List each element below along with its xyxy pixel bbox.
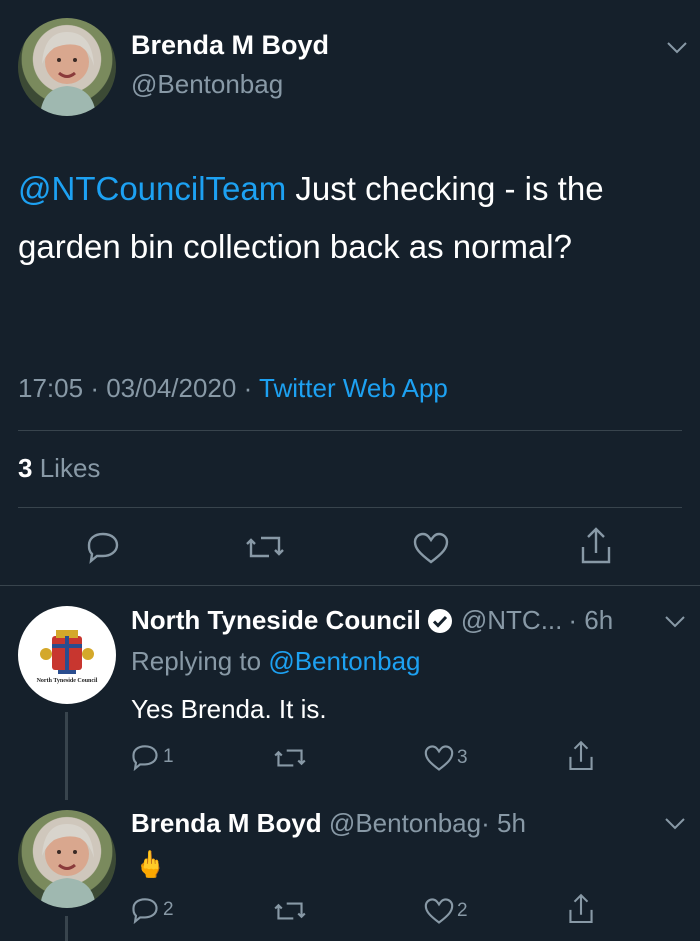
reply-text: Yes Brenda. It is. bbox=[131, 694, 327, 724]
like-button[interactable] bbox=[413, 531, 449, 565]
tweet-meta: 17:05 · 03/04/2020 · Twitter Web App bbox=[18, 373, 448, 403]
reply-button[interactable]: 2 bbox=[131, 896, 174, 924]
replying-to: Replying to @Bentonbag bbox=[131, 646, 421, 677]
thread-line bbox=[65, 916, 68, 941]
retweet-icon bbox=[274, 749, 306, 767]
share-button[interactable] bbox=[568, 740, 594, 772]
author-handle[interactable]: @NTC... bbox=[461, 605, 563, 636]
author-handle[interactable]: @Bentonbag bbox=[131, 69, 283, 100]
avatar-main[interactable] bbox=[18, 18, 116, 116]
like-button[interactable]: 3 bbox=[424, 744, 468, 772]
reply-icon bbox=[132, 745, 158, 771]
like-button[interactable]: 2 bbox=[424, 897, 468, 925]
retweet-button[interactable] bbox=[245, 530, 285, 564]
share-button[interactable] bbox=[580, 527, 612, 565]
time-ago[interactable]: · 5h bbox=[481, 808, 526, 838]
share-icon bbox=[569, 740, 593, 771]
time-ago[interactable]: · 6h bbox=[568, 605, 613, 636]
share-icon bbox=[569, 893, 593, 924]
council-logo-text: North Tyneside Council bbox=[36, 678, 98, 684]
replying-handle[interactable]: @Bentonbag bbox=[268, 646, 420, 676]
tweet-text: @NTCouncilTeam Just checking - is the ga… bbox=[18, 160, 668, 276]
avatar-photo bbox=[40, 32, 96, 116]
avatar-council[interactable]: North Tyneside Council bbox=[18, 606, 116, 704]
likes-summary[interactable]: 3 Likes bbox=[18, 453, 100, 484]
reply-button[interactable]: 1 bbox=[131, 743, 174, 771]
share-button[interactable] bbox=[568, 893, 594, 925]
reply-header: North Tyneside Council @NTC... · 6h bbox=[131, 605, 613, 636]
retweet-icon bbox=[246, 536, 284, 558]
replying-label: Replying to bbox=[131, 646, 262, 676]
like-icon bbox=[413, 532, 449, 564]
reply-count: 2 bbox=[163, 899, 174, 920]
reply-icon bbox=[87, 532, 119, 564]
council-crest-icon bbox=[40, 630, 94, 674]
like-icon bbox=[424, 898, 454, 924]
chevron-down-icon[interactable] bbox=[664, 817, 686, 831]
like-icon bbox=[424, 745, 454, 771]
retweet-button[interactable] bbox=[273, 744, 307, 772]
reply-icon bbox=[132, 898, 158, 924]
author-name[interactable]: North Tyneside Council bbox=[131, 605, 421, 636]
mention-link[interactable]: @NTCouncilTeam bbox=[18, 170, 286, 207]
author-name[interactable]: Brenda M Boyd bbox=[131, 808, 322, 838]
chevron-down-icon[interactable] bbox=[664, 615, 686, 629]
divider bbox=[0, 585, 700, 586]
likes-count: 3 bbox=[18, 453, 33, 483]
reply-emoji: 🖕 bbox=[134, 849, 167, 879]
chevron-down-icon[interactable] bbox=[666, 41, 688, 55]
likes-label: Likes bbox=[39, 453, 101, 483]
author-handle[interactable]: @Bentonbag bbox=[329, 808, 481, 838]
share-icon bbox=[581, 527, 611, 564]
tweet-time: 17:05 bbox=[18, 373, 84, 403]
divider bbox=[18, 430, 682, 431]
like-count: 3 bbox=[457, 747, 468, 768]
reply-button[interactable] bbox=[86, 530, 120, 564]
reply-header: Brenda M Boyd @Bentonbag· 5h bbox=[131, 808, 526, 839]
reply-count: 1 bbox=[163, 746, 174, 767]
tweet-date: 03/04/2020 bbox=[106, 373, 237, 403]
tweet-source[interactable]: Twitter Web App bbox=[259, 373, 448, 403]
author-name[interactable]: Brenda M Boyd bbox=[131, 30, 329, 61]
thread-line bbox=[65, 712, 68, 800]
verified-icon bbox=[427, 608, 452, 633]
avatar-photo bbox=[40, 824, 96, 908]
divider bbox=[18, 507, 682, 508]
retweet-icon bbox=[274, 902, 306, 920]
avatar-reply[interactable] bbox=[18, 810, 116, 908]
retweet-button[interactable] bbox=[273, 897, 307, 925]
like-count: 2 bbox=[457, 900, 468, 921]
